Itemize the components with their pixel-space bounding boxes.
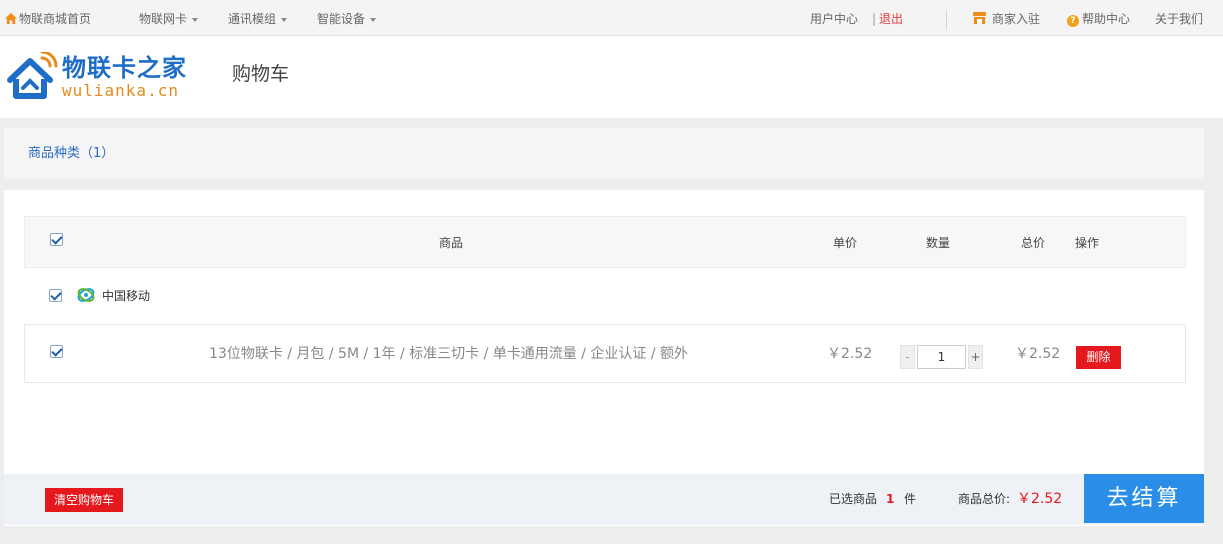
cart-item-row: 13位物联卡 / 月包 / 5M / 1年 / 标准三切卡 / 单卡通用流量 /… <box>24 324 1186 383</box>
help-center-link[interactable]: ? 帮助中心 <box>1067 12 1130 27</box>
menu-iot-card-label: 物联网卡 <box>139 12 188 26</box>
home-link-label: 物联商城首页 <box>19 12 92 26</box>
category-tab[interactable]: 商品种类（1） <box>28 146 114 162</box>
select-all-checkbox[interactable] <box>50 233 63 246</box>
menu-comm-module-label: 通讯模组 <box>228 12 277 26</box>
divider-pipe: | <box>872 12 877 26</box>
menu-smart-device[interactable]: 智能设备 <box>317 12 377 26</box>
total-price-label: 商品总价: <box>958 492 1011 506</box>
menu-iot-card[interactable]: 物联网卡 <box>139 12 199 26</box>
header-action: 操作 <box>1075 236 1100 250</box>
delete-item-button[interactable]: 删除 <box>1076 346 1121 369</box>
selected-items-count: 1 <box>886 492 895 506</box>
topbar-divider <box>946 10 947 30</box>
logo-text-cn: 物联卡之家 <box>62 54 187 82</box>
checkout-button[interactable]: 去结算 <box>1084 474 1204 523</box>
total-price-value: ￥2.52 <box>1017 491 1063 507</box>
menu-comm-module[interactable]: 通讯模组 <box>228 12 288 26</box>
store-icon <box>973 12 986 24</box>
item-unit-price: ￥2.52 <box>827 346 873 362</box>
shop-name: 中国移动 <box>102 289 151 303</box>
help-center-label: 帮助中心 <box>1082 12 1131 26</box>
cart-table-header: 商品 单价 数量 总价 操作 <box>24 216 1186 268</box>
header-product: 商品 <box>439 236 464 250</box>
top-bar: 物联商城首页 物联网卡 通讯模组 智能设备 用户中心 | 退出 商家入驻 ? 帮助… <box>0 0 1223 36</box>
about-link[interactable]: 关于我们 <box>1155 12 1203 26</box>
site-logo[interactable]: 物联卡之家 wulianka.cn <box>6 52 206 102</box>
header-total: 总价 <box>1021 236 1046 250</box>
site-header: 物联卡之家 wulianka.cn 购物车 <box>0 36 1223 118</box>
logo-text-en: wulianka.cn <box>62 81 179 100</box>
merchant-link[interactable]: 商家入驻 <box>973 12 1040 26</box>
clear-cart-button[interactable]: 清空购物车 <box>45 488 123 512</box>
header-quantity: 数量 <box>926 236 951 250</box>
chevron-down-icon <box>192 17 199 22</box>
help-icon: ? <box>1067 15 1079 27</box>
merchant-link-label: 商家入驻 <box>992 12 1041 26</box>
quantity-decrease-button[interactable]: - <box>900 345 915 369</box>
logout-link[interactable]: 退出 <box>879 12 903 26</box>
shop-checkbox[interactable] <box>49 289 62 302</box>
item-name[interactable]: 13位物联卡 / 月包 / 5M / 1年 / 标准三切卡 / 单卡通用流量 /… <box>209 346 688 362</box>
item-subtotal: ￥2.52 <box>1015 346 1061 362</box>
chevron-down-icon <box>370 17 377 22</box>
china-mobile-logo-icon <box>77 288 95 302</box>
logo-house-icon <box>7 52 58 99</box>
category-tab-bar: 商品种类（1） <box>4 128 1204 179</box>
user-center-link[interactable]: 用户中心 <box>810 12 858 26</box>
home-icon <box>5 13 17 24</box>
selected-items-label: 已选商品 <box>829 492 878 506</box>
home-link[interactable]: 物联商城首页 <box>5 12 91 26</box>
header-unit-price: 单价 <box>833 236 858 250</box>
selected-items-unit: 件 <box>904 492 917 506</box>
quantity-increase-button[interactable]: + <box>968 345 983 369</box>
page-title: 购物车 <box>232 63 290 85</box>
cart-summary-bar: 清空购物车 已选商品 1 件 商品总价: ￥2.52 去结算 <box>4 474 1204 525</box>
shop-row: 中国移动 <box>24 282 1186 310</box>
menu-smart-device-label: 智能设备 <box>317 12 366 26</box>
quantity-input[interactable] <box>917 345 966 369</box>
quantity-stepper: - + <box>900 345 985 369</box>
item-checkbox[interactable] <box>50 345 63 358</box>
chevron-down-icon <box>281 17 288 22</box>
